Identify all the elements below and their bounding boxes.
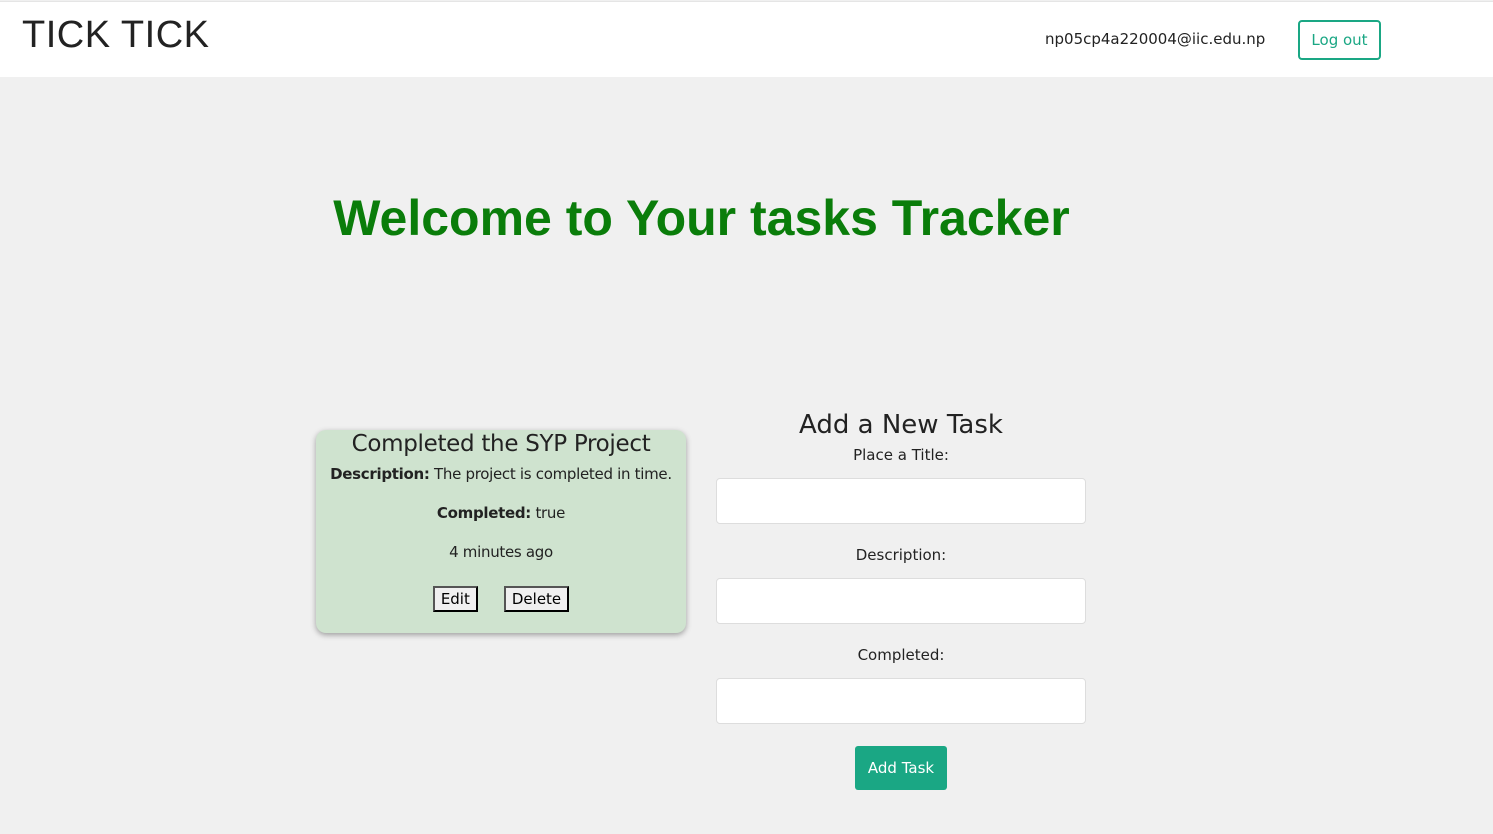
task-description: Description: The project is completed in… bbox=[316, 465, 686, 483]
edit-button[interactable]: Edit bbox=[432, 586, 478, 612]
description-input[interactable] bbox=[716, 578, 1086, 624]
logo[interactable]: TICK TICK bbox=[22, 14, 210, 57]
task-completed: Completed: true bbox=[316, 504, 686, 522]
add-task-button[interactable]: Add Task bbox=[855, 746, 947, 790]
completed-label: Completed: bbox=[857, 646, 945, 664]
description-label: Description: bbox=[855, 546, 947, 564]
navbar: TICK TICK np05cp4a220004@iic.edu.np Log … bbox=[0, 1, 1493, 77]
description-label: Description: bbox=[330, 465, 430, 483]
completed-label: Completed: bbox=[436, 504, 531, 522]
page-title: Welcome to Your tasks Tracker bbox=[333, 190, 1070, 246]
task-title: Completed the SYP Project bbox=[351, 431, 651, 457]
logout-button[interactable]: Log out bbox=[1298, 20, 1381, 60]
delete-button[interactable]: Delete bbox=[503, 586, 570, 612]
task-timestamp: 4 minutes ago bbox=[449, 543, 553, 561]
add-task-form: Add a New Task Place a Title: Descriptio… bbox=[716, 410, 1086, 790]
title-input[interactable] bbox=[716, 478, 1086, 524]
title-label: Place a Title: bbox=[853, 446, 949, 464]
form-heading: Add a New Task bbox=[799, 410, 1003, 440]
description-value: The project is completed in time. bbox=[434, 465, 672, 483]
completed-input[interactable] bbox=[716, 678, 1086, 724]
user-email: np05cp4a220004@iic.edu.np bbox=[1045, 30, 1266, 48]
completed-value: true bbox=[535, 504, 566, 522]
task-card: Completed the SYP Project Description: T… bbox=[316, 430, 686, 633]
